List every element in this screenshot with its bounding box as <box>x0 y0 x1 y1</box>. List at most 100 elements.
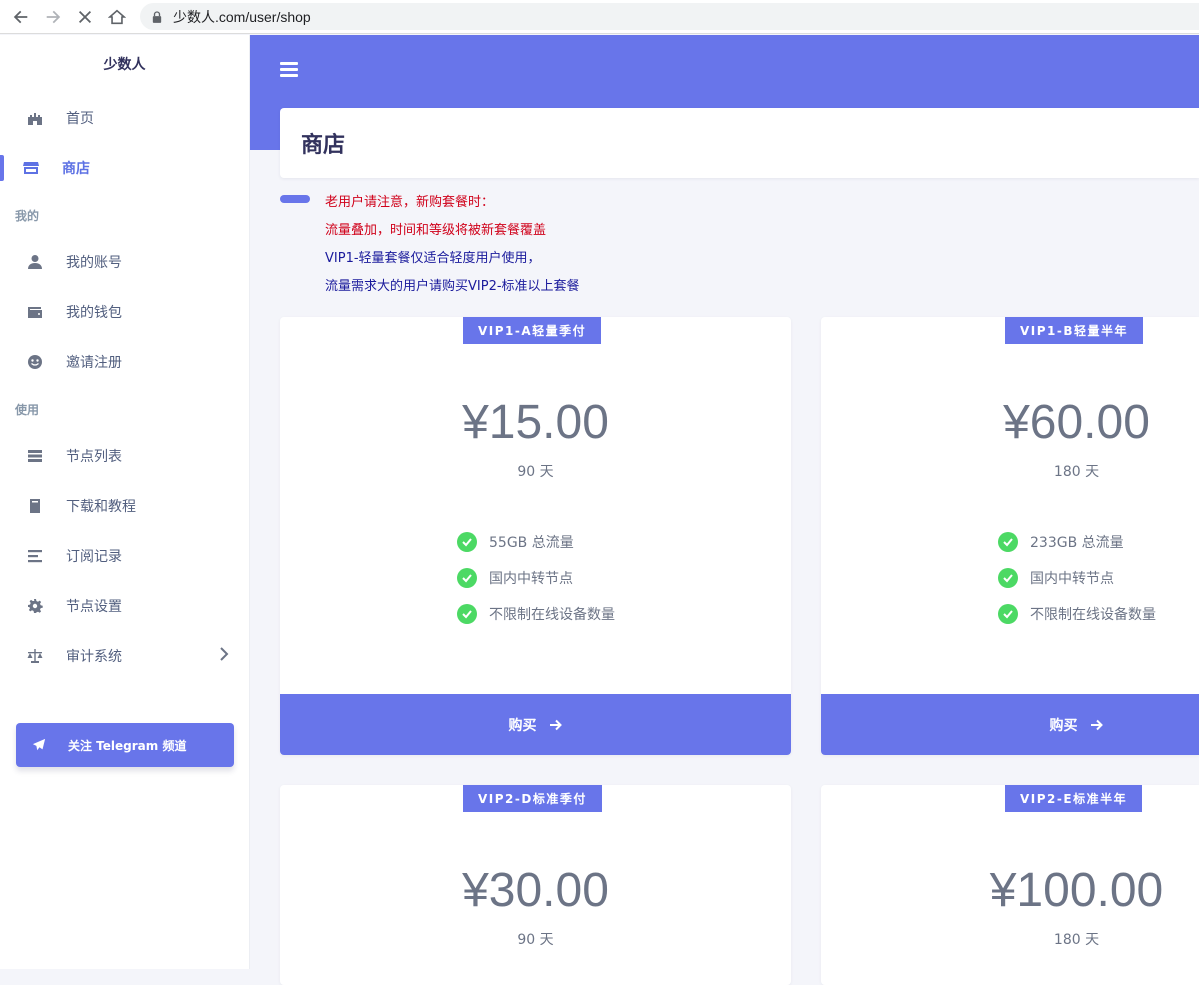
buy-button-label: 购买 <box>1049 717 1078 734</box>
buy-button-label: 购买 <box>508 717 537 734</box>
server-icon <box>26 447 44 465</box>
plan-card: VIP2-E标准半年 ¥100.00 180 天 <box>821 785 1199 985</box>
check-circle-icon <box>998 568 1018 588</box>
feature-label: 55GB 总流量 <box>489 535 574 551</box>
notice-text: 老用户请注意，新购套餐时： 流量叠加，时间和等级将被新套餐覆盖 VIP1-轻量套… <box>325 189 580 301</box>
plan-card: VIP1-B轻量半年 ¥60.00 180 天 233GB 总流量 国内中转节点… <box>821 317 1199 755</box>
feature-item: 233GB 总流量 <box>998 524 1156 560</box>
section-heading-mine: 我的 <box>15 208 40 223</box>
store-icon <box>22 159 40 177</box>
arrow-right-icon <box>46 10 61 23</box>
hamburger-menu-icon[interactable] <box>280 62 298 78</box>
sidebar-item-label: 节点列表 <box>66 449 122 465</box>
back-button[interactable] <box>5 0 37 34</box>
list-icon <box>26 547 44 565</box>
notice-line: 老用户请注意，新购套餐时： <box>325 195 495 210</box>
section-heading-use: 使用 <box>15 402 40 417</box>
sidebar-item-nodes[interactable]: 节点列表 <box>0 431 249 481</box>
brand-title[interactable]: 少数人 <box>0 35 249 93</box>
home-icon <box>108 9 126 24</box>
browser-toolbar: 少数人.com/user/shop <box>0 0 1199 34</box>
feature-label: 不限制在线设备数量 <box>489 607 615 623</box>
feature-label: 国内中转节点 <box>489 571 573 587</box>
check-circle-icon <box>457 568 477 588</box>
paper-plane-icon <box>32 738 46 751</box>
castle-icon <box>26 109 44 127</box>
feature-item: 不限制在线设备数量 <box>457 596 615 632</box>
user-icon <box>26 253 44 271</box>
chevron-right-icon <box>220 647 229 661</box>
page-title-card: 商店 <box>280 108 1199 178</box>
plan-price: ¥60.00 <box>1003 396 1150 449</box>
feature-label: 不限制在线设备数量 <box>1030 607 1156 623</box>
plan-name-badge: VIP2-E标准半年 <box>1005 785 1143 812</box>
feature-item: 国内中转节点 <box>998 560 1156 596</box>
page-title: 商店 <box>301 133 346 158</box>
feature-item: 不限制在线设备数量 <box>998 596 1156 632</box>
check-circle-icon <box>457 532 477 552</box>
feature-item: 55GB 总流量 <box>457 524 615 560</box>
sidebar-item-shop[interactable]: 商店 <box>0 143 249 193</box>
feature-item: 国内中转节点 <box>457 560 615 596</box>
close-icon <box>78 10 92 23</box>
sidebar-item-invite[interactable]: 邀请注册 <box>0 337 249 387</box>
sidebar-item-label: 我的账号 <box>66 255 122 271</box>
plan-price: ¥30.00 <box>462 864 609 917</box>
sidebar-item-label: 我的钱包 <box>66 305 122 321</box>
telegram-button-label: 关注 Telegram 频道 <box>68 738 187 753</box>
sidebar-item-label: 订阅记录 <box>66 549 122 565</box>
book-icon <box>26 497 44 515</box>
notice-line: VIP1-轻量套餐仅适合轻度用户使用， <box>325 251 541 266</box>
check-circle-icon <box>998 532 1018 552</box>
lock-icon <box>152 10 164 24</box>
sidebar-item-label: 下载和教程 <box>66 499 136 515</box>
notice-line: 流量需求大的用户请购买VIP2-标准以上套餐 <box>325 279 580 294</box>
plan-name-badge: VIP1-A轻量季付 <box>463 317 602 344</box>
sidebar-item-audit[interactable]: 审计系统 <box>0 631 249 681</box>
forward-button[interactable] <box>37 0 69 34</box>
arrow-right-icon <box>1090 719 1103 730</box>
plan-duration: 90 天 <box>517 464 554 480</box>
sidebar: 少数人 首页 商店 我的 我的账号 我的钱包 邀请注册 使用 节点列表 下载和教… <box>0 35 250 969</box>
sidebar-item-account[interactable]: 我的账号 <box>0 237 249 287</box>
sidebar-item-label: 审计系统 <box>66 649 122 665</box>
feature-label: 国内中转节点 <box>1030 571 1114 587</box>
smile-icon <box>26 353 44 371</box>
notice-line: 流量叠加，时间和等级将被新套餐覆盖 <box>325 223 547 238</box>
sidebar-item-downloads[interactable]: 下载和教程 <box>0 481 249 531</box>
plan-card: VIP1-A轻量季付 ¥15.00 90 天 55GB 总流量 国内中转节点 不… <box>280 317 791 755</box>
arrow-left-icon <box>13 10 28 23</box>
address-bar[interactable]: 少数人.com/user/shop <box>140 3 1199 30</box>
gear-icon <box>26 597 44 615</box>
plan-features: 55GB 总流量 国内中转节点 不限制在线设备数量 <box>457 524 615 632</box>
telegram-channel-button[interactable]: 关注 Telegram 频道 <box>16 723 234 767</box>
plan-name-badge: VIP1-B轻量半年 <box>1005 317 1144 344</box>
balance-icon <box>26 647 44 665</box>
sidebar-item-label: 节点设置 <box>66 599 122 615</box>
feature-label: 233GB 总流量 <box>1030 535 1124 551</box>
plan-name-badge: VIP2-D标准季付 <box>463 785 602 812</box>
plan-duration: 180 天 <box>1053 932 1100 948</box>
sidebar-item-subscriptions[interactable]: 订阅记录 <box>0 531 249 581</box>
stop-button[interactable] <box>69 0 101 34</box>
sidebar-item-wallet[interactable]: 我的钱包 <box>0 287 249 337</box>
buy-button[interactable]: 购买 <box>280 694 791 755</box>
wallet-icon <box>26 303 44 321</box>
sidebar-item-label: 邀请注册 <box>66 355 122 371</box>
plan-duration: 90 天 <box>517 932 554 948</box>
sidebar-item-home[interactable]: 首页 <box>0 93 249 143</box>
plan-price: ¥100.00 <box>989 864 1164 917</box>
sidebar-item-node-settings[interactable]: 节点设置 <box>0 581 249 631</box>
plan-card: VIP2-D标准季付 ¥30.00 90 天 <box>280 785 791 985</box>
url-text: 少数人.com/user/shop <box>173 8 311 25</box>
plan-features: 233GB 总流量 国内中转节点 不限制在线设备数量 <box>998 524 1156 632</box>
check-circle-icon <box>998 604 1018 624</box>
plan-price: ¥15.00 <box>462 396 609 449</box>
sidebar-item-label: 商店 <box>62 161 90 177</box>
notice-indicator <box>280 195 310 203</box>
buy-button[interactable]: 购买 <box>821 694 1199 755</box>
sidebar-item-label: 首页 <box>66 111 94 127</box>
home-button[interactable] <box>101 0 133 34</box>
arrow-right-icon <box>549 719 562 730</box>
check-circle-icon <box>457 604 477 624</box>
